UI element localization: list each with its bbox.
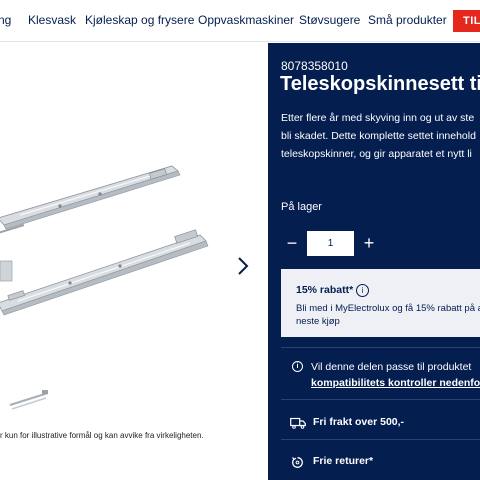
description-line: Etter flere år med skyving inn og ut av … [281, 112, 475, 124]
minus-icon[interactable]: − [283, 230, 301, 256]
image-disclaimer: r kun for illustrative formål og kan avv… [0, 431, 204, 440]
truck-icon [290, 417, 306, 429]
compatibility-question: Vil denne delen passe til produktet [311, 361, 472, 373]
product-image-telescopic-rails [0, 165, 209, 316]
discount-text-line: Bli med i MyElectrolux og få 15% rabatt … [296, 303, 480, 314]
info-icon: i [292, 361, 303, 372]
nav-item-oppvaskmaskiner[interactable]: Oppvaskmaskiner [198, 13, 294, 27]
product-gallery: r kun for illustrative formål og kan avv… [0, 43, 268, 480]
discount-text: Bli med i MyElectrolux og få 15% rabatt … [296, 302, 480, 328]
discount-banner: 15% rabatt* i Bli med i MyElectrolux og … [281, 269, 480, 337]
top-navigation: ng Klesvask Kjøleskap og frysere Oppvask… [0, 0, 480, 42]
quantity-input[interactable] [307, 231, 354, 256]
product-sku: 8078358010 [281, 59, 348, 73]
divider [281, 439, 480, 440]
nav-item-truncated[interactable]: ng [0, 13, 11, 27]
nav-item-stovsugere[interactable]: Støvsugere [299, 13, 360, 27]
nav-item-klesvask[interactable]: Klesvask [28, 13, 76, 27]
product-description: Etter flere år med skyving inn og ut av … [281, 109, 480, 163]
nav-item-sma-produkter[interactable]: Små produkter [368, 13, 447, 27]
compatibility-check-link[interactable]: kompatibilitets kontroller nedenfor [311, 377, 480, 389]
free-returns-text: Frie returer* [313, 455, 374, 467]
offers-button[interactable]: TILB [453, 10, 480, 32]
product-info-panel: 8078358010 Teleskopskinnesett ti Etter f… [268, 43, 480, 480]
chevron-right-icon[interactable] [232, 251, 254, 281]
description-line: bli skadet. Dette komplette settet inneh… [281, 130, 476, 142]
return-icon [292, 457, 303, 468]
free-shipping-text: Fri frakt over 500,- [313, 416, 405, 428]
divider [281, 347, 480, 348]
product-title: Teleskopskinnesett ti [280, 73, 480, 95]
description-line: teleskopskinner, og gir apparatet et nyt… [281, 148, 472, 160]
plus-icon[interactable]: + [360, 230, 378, 256]
product-thumbnail[interactable] [4, 379, 54, 413]
stock-status: På lager [281, 201, 322, 213]
discount-text-line: neste kjøp [296, 316, 340, 327]
discount-title: 15% rabatt* [296, 284, 354, 296]
info-icon[interactable]: i [356, 284, 369, 297]
nav-item-kjoleskap[interactable]: Kjøleskap og frysere [85, 13, 194, 27]
divider [281, 399, 480, 400]
